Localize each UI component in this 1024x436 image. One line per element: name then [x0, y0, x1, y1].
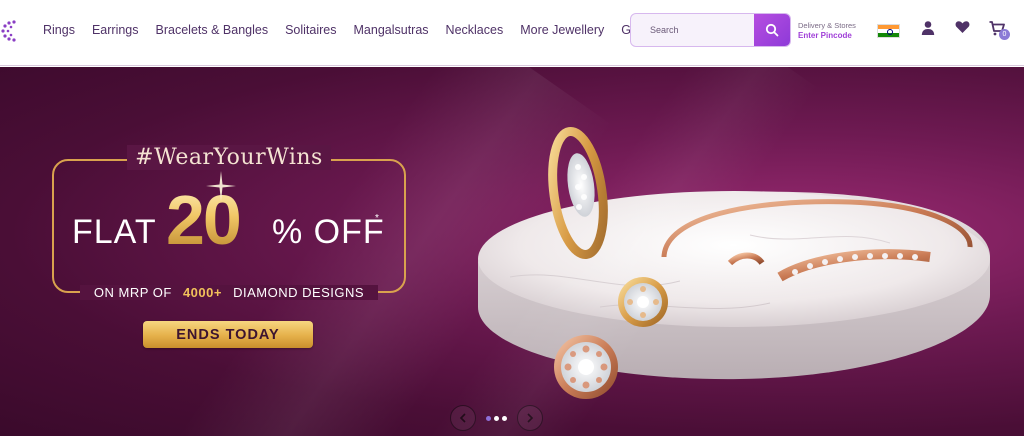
india-flag-icon[interactable]	[877, 24, 900, 38]
ends-today-button[interactable]: ENDS TODAY	[143, 321, 313, 348]
carousel-dot-2[interactable]	[494, 416, 499, 421]
promo-flat-text: FLAT	[72, 213, 157, 251]
jewellery-product-image	[478, 127, 990, 399]
nav-item-necklaces[interactable]: Necklaces	[446, 23, 504, 37]
campaign-hashtag: #WearYourWins	[52, 145, 406, 170]
chevron-right-icon	[527, 413, 534, 423]
promo-off-text: % OFF	[272, 213, 385, 251]
search-box	[630, 13, 791, 47]
carousel-dot-3[interactable]	[502, 416, 507, 421]
user-icon	[921, 21, 935, 35]
nav-item-solitaires[interactable]: Solitaires	[285, 23, 336, 37]
hero-banner[interactable]: #WearYourWins FLAT 20 % OFF * ON MRP OF …	[0, 67, 1024, 436]
search-icon	[765, 23, 779, 37]
cart-count-badge: 0	[999, 29, 1010, 40]
heart-icon	[955, 21, 970, 33]
main-nav: Rings Earrings Bracelets & Bangles Solit…	[43, 0, 674, 60]
delivery-pincode[interactable]: Delivery & Stores Enter Pincode	[798, 21, 856, 41]
site-header: Rings Earrings Bracelets & Bangles Solit…	[0, 0, 1024, 66]
carousel-controls	[448, 405, 548, 433]
terms-asterisk: *	[375, 213, 379, 224]
brand-logo[interactable]	[0, 18, 22, 44]
carousel-prev-button[interactable]	[450, 405, 476, 431]
wishlist-button[interactable]	[955, 20, 970, 39]
account-button[interactable]	[921, 20, 935, 41]
promo-subtext: ON MRP OF 4000+ DIAMOND DESIGNS	[52, 284, 406, 302]
carousel-dot-1[interactable]	[486, 416, 491, 421]
chevron-left-icon	[459, 413, 466, 423]
nav-item-rings[interactable]: Rings	[43, 23, 75, 37]
search-input[interactable]	[631, 14, 756, 46]
nav-item-more-jewellery[interactable]: More Jewellery	[520, 23, 604, 37]
nav-item-earrings[interactable]: Earrings	[92, 23, 139, 37]
nav-item-bracelets-bangles[interactable]: Bracelets & Bangles	[156, 23, 269, 37]
search-button[interactable]	[754, 14, 790, 46]
cart-button[interactable]: 0	[989, 21, 1010, 41]
delivery-label: Delivery & Stores	[798, 21, 856, 30]
enter-pincode-link[interactable]: Enter Pincode	[798, 31, 856, 41]
carousel-next-button[interactable]	[517, 405, 543, 431]
sparkle-icon	[206, 171, 236, 201]
nav-item-mangalsutras[interactable]: Mangalsutras	[354, 23, 429, 37]
design-count: 4000+	[182, 285, 222, 300]
